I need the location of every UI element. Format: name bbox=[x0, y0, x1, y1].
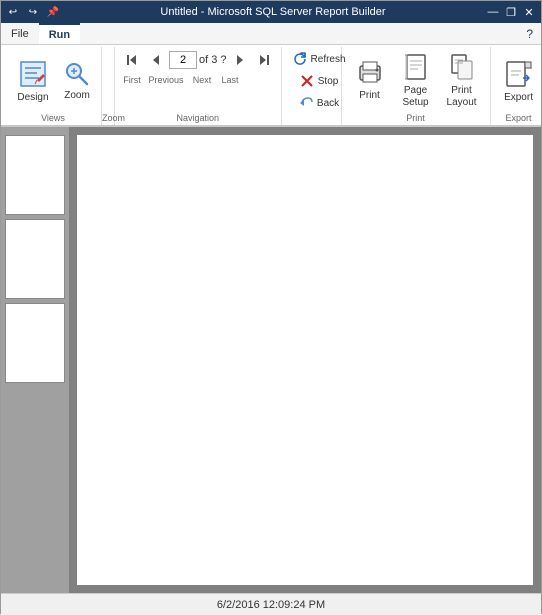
restore-button[interactable]: ❐ bbox=[503, 4, 519, 20]
last-page-button[interactable] bbox=[253, 49, 275, 71]
ribbon-group-navigation: of 3 ? First Previous Next Last bbox=[115, 47, 282, 125]
stop-button[interactable]: Stop bbox=[295, 71, 343, 91]
zoom-group-label: Zoom bbox=[102, 113, 114, 123]
design-button[interactable]: Design bbox=[11, 51, 55, 109]
stop-icon bbox=[299, 73, 315, 89]
title-bar: ↩ ↪ 📌 Untitled - Microsoft SQL Server Re… bbox=[1, 1, 541, 23]
navigation-row: of 3 ? bbox=[121, 49, 275, 71]
quick-access-undo[interactable]: ↩ bbox=[5, 4, 21, 20]
first-label: First bbox=[121, 75, 143, 85]
print-button[interactable]: Print bbox=[348, 49, 392, 107]
window-controls: — ❐ ✕ bbox=[485, 4, 537, 20]
export-button[interactable]: Export bbox=[497, 51, 541, 109]
page-number-input[interactable] bbox=[169, 51, 197, 69]
navigation-label: Navigation bbox=[115, 113, 281, 123]
status-bar: 6/2/2016 12:09:24 PM bbox=[1, 593, 541, 615]
ribbon-group-refresh: Refresh Stop Back bbox=[282, 47, 342, 125]
next-label: Next bbox=[189, 75, 215, 85]
refresh-group-content: Refresh Stop Back bbox=[288, 49, 350, 127]
ribbon-group-export: Export Export bbox=[491, 47, 542, 125]
menu-tab-run[interactable]: Run bbox=[39, 23, 80, 44]
help-icon[interactable]: ? bbox=[518, 23, 541, 44]
refresh-icon bbox=[292, 51, 308, 67]
status-datetime: 6/2/2016 12:09:24 PM bbox=[217, 599, 325, 611]
minimize-button[interactable]: — bbox=[485, 4, 501, 20]
stop-label: Stop bbox=[318, 76, 339, 87]
refresh-label: Refresh bbox=[311, 54, 346, 65]
menu-tab-file[interactable]: File bbox=[1, 23, 39, 44]
page-of-text: of 3 ? bbox=[199, 54, 227, 66]
print-layout-label: Print Layout bbox=[442, 85, 482, 109]
ribbon-group-print: Print Page Setup bbox=[342, 47, 491, 125]
page-thumbnail-2[interactable] bbox=[5, 219, 65, 299]
views-label: Views bbox=[5, 113, 101, 123]
zoom-icon bbox=[63, 60, 91, 88]
print-icon bbox=[354, 56, 386, 88]
page-setup-button[interactable]: Page Setup bbox=[394, 49, 438, 111]
print-label-group: Print bbox=[342, 113, 490, 123]
menu-bar: File Run ? bbox=[1, 23, 541, 45]
close-button[interactable]: ✕ bbox=[521, 4, 537, 20]
first-page-button[interactable] bbox=[121, 49, 143, 71]
page-sidebar bbox=[1, 127, 69, 593]
ribbon-group-zoom: Zoom bbox=[102, 47, 115, 125]
quick-access-pin[interactable]: 📌 bbox=[45, 4, 61, 20]
back-label: Back bbox=[317, 98, 339, 109]
page-thumbnail-3[interactable] bbox=[5, 303, 65, 383]
print-layout-icon bbox=[446, 51, 478, 83]
previous-label: Previous bbox=[147, 75, 185, 85]
title-bar-left: ↩ ↪ 📌 bbox=[5, 4, 61, 20]
window-title: Untitled - Microsoft SQL Server Report B… bbox=[61, 6, 485, 18]
zoom-label: Zoom bbox=[64, 90, 90, 101]
report-page bbox=[77, 135, 533, 585]
page-setup-icon bbox=[400, 51, 432, 83]
export-label: Export bbox=[504, 92, 533, 103]
content-area bbox=[1, 127, 541, 593]
page-thumbnail-1[interactable] bbox=[5, 135, 65, 215]
page-setup-label: Page Setup bbox=[396, 85, 436, 109]
nav-labels-row: First Previous Next Last bbox=[121, 75, 241, 85]
back-icon bbox=[298, 95, 314, 111]
previous-page-button[interactable] bbox=[145, 49, 167, 71]
next-page-button[interactable] bbox=[229, 49, 251, 71]
ribbon-group-views: Design Zoom Views bbox=[5, 47, 102, 125]
export-group-label: Export bbox=[491, 113, 542, 123]
zoom-button[interactable]: Zoom bbox=[59, 51, 95, 109]
design-icon bbox=[17, 58, 49, 90]
export-icon bbox=[503, 58, 535, 90]
last-label: Last bbox=[219, 75, 241, 85]
ribbon: Design Zoom Views Zoom bbox=[1, 45, 541, 127]
refresh-button[interactable]: Refresh bbox=[288, 49, 350, 69]
print-label: Print bbox=[359, 90, 380, 101]
quick-access-redo[interactable]: ↪ bbox=[25, 4, 41, 20]
design-label: Design bbox=[17, 92, 48, 103]
print-layout-button[interactable]: Print Layout bbox=[440, 49, 484, 111]
back-button[interactable]: Back bbox=[294, 93, 343, 113]
